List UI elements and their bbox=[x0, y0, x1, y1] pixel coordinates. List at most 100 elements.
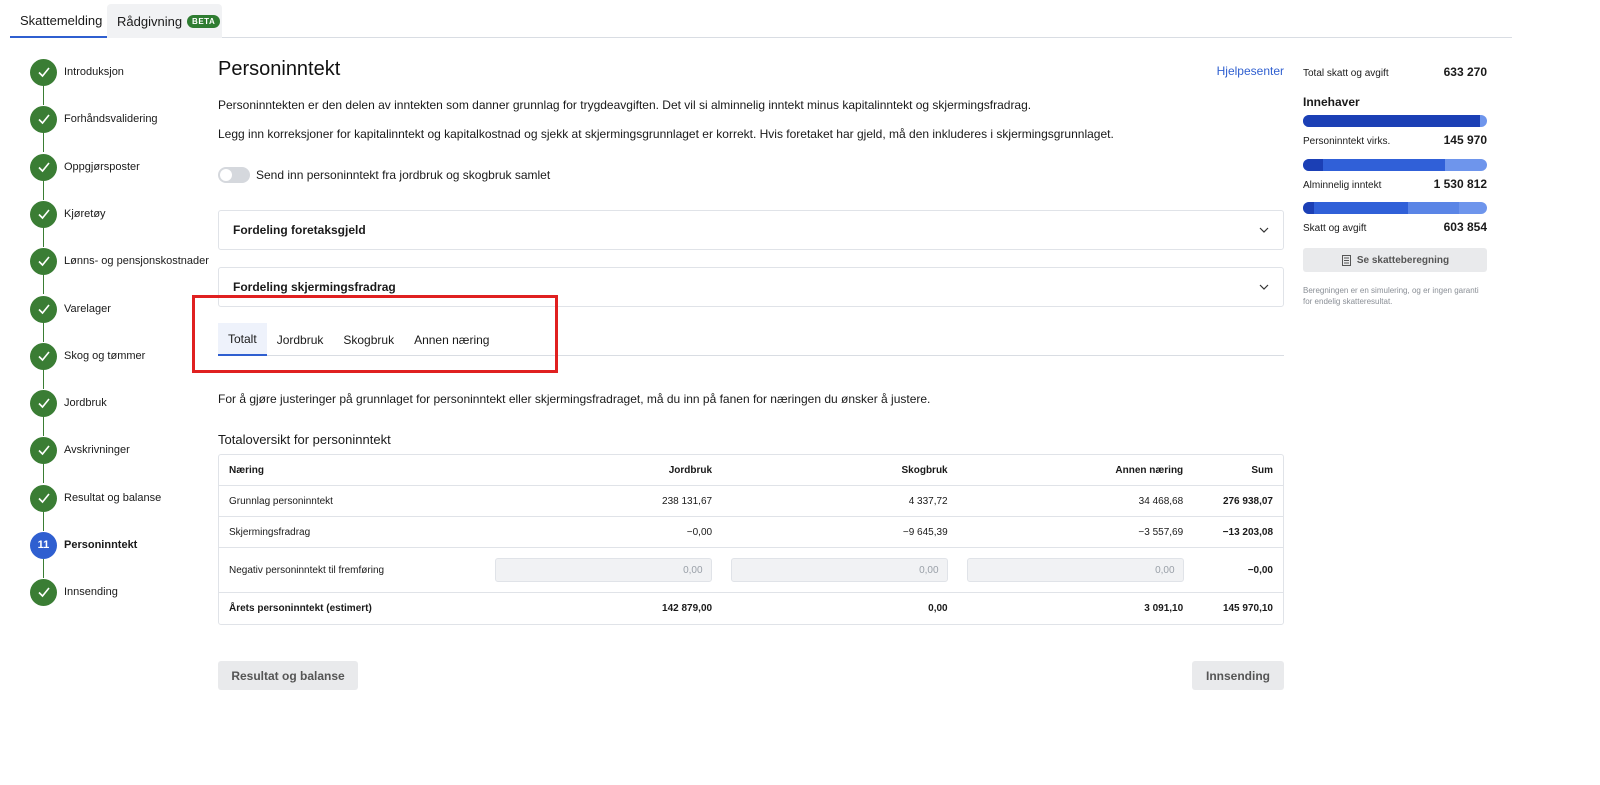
step-item[interactable]: Lønns- og pensjonskostnader bbox=[30, 247, 230, 275]
step-label: Introduksjon bbox=[64, 66, 124, 78]
see-tax-calculation-button[interactable]: Se skatteberegning bbox=[1303, 248, 1487, 272]
cell-input-wrap: 0,00 bbox=[476, 558, 712, 582]
page-title: Personinntekt bbox=[218, 58, 341, 80]
step-connector-line bbox=[43, 274, 44, 294]
step-item[interactable]: Resultat og balanse bbox=[30, 484, 230, 512]
step-label: Lønns- og pensjonskostnader bbox=[64, 255, 209, 267]
cell-value: 3 091,10 bbox=[1144, 603, 1184, 614]
cell-value: −9 645,39 bbox=[902, 526, 948, 538]
simulation-disclaimer: Beregningen er en simulering, og er inge… bbox=[1303, 286, 1479, 306]
bar-segment bbox=[1303, 202, 1315, 214]
step-item[interactable]: 11 Personinntekt bbox=[30, 531, 230, 559]
chevron-down-icon bbox=[1259, 227, 1269, 233]
step-item[interactable]: Jordbruk bbox=[30, 389, 230, 417]
header-annen-naering: Annen næring bbox=[1115, 464, 1184, 476]
step-item[interactable]: Oppgjørsposter bbox=[30, 153, 230, 181]
accordion-title: Fordeling skjermingsfradrag bbox=[233, 280, 396, 294]
button-label: Se skatteberegning bbox=[1356, 254, 1450, 266]
accordion-foretaksgjeld[interactable]: Fordeling foretaksgjeld bbox=[218, 210, 1284, 250]
step-connector-line bbox=[43, 85, 44, 105]
summary-label: Alminnelig inntekt bbox=[1303, 180, 1382, 191]
table-row: Skjermingsfradrag −0,00 −9 645,39 −3 557… bbox=[219, 517, 1283, 548]
checkmark-icon bbox=[30, 58, 57, 86]
step-item[interactable]: Forhåndsvalidering bbox=[30, 105, 230, 133]
cell-value: 34 468,68 bbox=[1138, 495, 1184, 507]
step-connector-line bbox=[43, 511, 44, 531]
cell-sum: −13 203,08 bbox=[1222, 526, 1273, 538]
toggle-label: Send inn personinntekt fra jordbruk og s… bbox=[256, 168, 551, 182]
checkmark-icon bbox=[30, 200, 57, 228]
table-row: Årets personinntekt (estimert) 142 879,0… bbox=[219, 593, 1283, 624]
calculator-icon bbox=[1341, 254, 1351, 266]
summary-value: 1 530 812 bbox=[1433, 177, 1487, 191]
combined-toggle-row: Send inn personinntekt fra jordbruk og s… bbox=[218, 167, 550, 183]
checkmark-icon bbox=[30, 153, 57, 181]
step-connector-line bbox=[43, 416, 44, 436]
summary-row: Skatt og avgift 603 854 bbox=[1303, 220, 1487, 234]
personinntekt-table: Næring Jordbruk Skogbruk Annen næring Su… bbox=[218, 454, 1284, 625]
step-connector-line bbox=[43, 558, 44, 578]
prev-step-button[interactable]: Resultat og balanse bbox=[218, 661, 358, 690]
tab-label: Skattemelding bbox=[20, 12, 103, 28]
summary-row: Alminnelig inntekt 1 530 812 bbox=[1303, 177, 1487, 191]
cell-sum: 276 938,07 bbox=[1222, 495, 1273, 507]
accordion-title: Fordeling foretaksgjeld bbox=[233, 223, 366, 237]
step-connector-line bbox=[43, 322, 44, 342]
total-tax-label: Total skatt og avgift bbox=[1303, 68, 1389, 79]
row-label: Negativ personinntekt til fremføring bbox=[229, 564, 385, 576]
checkmark-icon bbox=[30, 342, 57, 370]
step-item[interactable]: Introduksjon bbox=[30, 58, 230, 86]
tab-skattemelding[interactable]: Skattemelding bbox=[10, 4, 107, 38]
next-step-button[interactable]: Innsending bbox=[1192, 661, 1284, 690]
step-item[interactable]: Innsending bbox=[30, 578, 230, 606]
step-connector-line bbox=[43, 180, 44, 200]
checkmark-icon bbox=[30, 389, 57, 417]
step-connector-line bbox=[43, 463, 44, 483]
row-label: Årets personinntekt (estimert) bbox=[229, 603, 372, 614]
step-label: Personinntekt bbox=[64, 539, 138, 551]
summary-value: 603 854 bbox=[1443, 220, 1487, 234]
cell-sum: 145 970,10 bbox=[1222, 603, 1273, 614]
bar-segment bbox=[1303, 115, 1480, 127]
personinntekt-bar bbox=[1303, 115, 1487, 127]
table-row: Grunnlag personinntekt 238 131,67 4 337,… bbox=[219, 486, 1283, 517]
chevron-down-icon bbox=[1259, 284, 1269, 290]
step-label: Avskrivninger bbox=[64, 444, 130, 456]
bar-segment bbox=[1303, 159, 1324, 171]
negative-annen-input[interactable]: 0,00 bbox=[966, 558, 1184, 582]
step-label: Innsending bbox=[64, 586, 118, 598]
cell-value: 0,00 bbox=[928, 603, 948, 614]
combined-toggle-switch[interactable] bbox=[218, 167, 250, 183]
checkmark-icon bbox=[30, 105, 57, 133]
skatt-bar bbox=[1303, 202, 1487, 214]
step-item[interactable]: Kjøretøy bbox=[30, 200, 230, 228]
cell-value: 142 879,00 bbox=[662, 603, 713, 614]
cell-value: −0,00 bbox=[686, 526, 713, 538]
top-tab-bar: Skattemelding Rådgivning BETA bbox=[10, 0, 1512, 38]
checkmark-icon bbox=[30, 247, 57, 275]
tab-radgivning[interactable]: Rådgivning BETA bbox=[107, 4, 222, 38]
row-label: Skjermingsfradrag bbox=[229, 526, 311, 538]
negative-jordbruk-input[interactable]: 0,00 bbox=[494, 558, 712, 582]
step-label: Skog og tømmer bbox=[64, 350, 146, 362]
cell-value: 4 337,72 bbox=[908, 495, 948, 507]
step-item[interactable]: Avskrivninger bbox=[30, 436, 230, 464]
table-header-row: Næring Jordbruk Skogbruk Annen næring Su… bbox=[219, 455, 1283, 486]
negative-skogbruk-input[interactable]: 0,00 bbox=[730, 558, 948, 582]
header-sum: Sum bbox=[1251, 464, 1273, 476]
owner-heading: Innehaver bbox=[1303, 95, 1360, 109]
step-label: Forhåndsvalidering bbox=[64, 113, 158, 125]
step-label: Kjøretøy bbox=[64, 208, 106, 220]
help-center-link[interactable]: Hjelpesenter bbox=[1217, 64, 1284, 78]
summary-label: Skatt og avgift bbox=[1303, 223, 1367, 234]
alminnelig-bar bbox=[1303, 159, 1487, 171]
cell-value: −3 557,69 bbox=[1138, 526, 1184, 538]
summary-value: 145 970 bbox=[1443, 133, 1487, 147]
step-label: Oppgjørsposter bbox=[64, 161, 140, 173]
cell-input-wrap: 0,00 bbox=[712, 558, 948, 582]
checkmark-icon bbox=[30, 436, 57, 464]
step-number-badge: 11 bbox=[30, 531, 57, 559]
step-connector-line bbox=[43, 227, 44, 247]
cell-input-wrap: 0,00 bbox=[948, 558, 1184, 582]
toggle-knob bbox=[220, 169, 232, 181]
